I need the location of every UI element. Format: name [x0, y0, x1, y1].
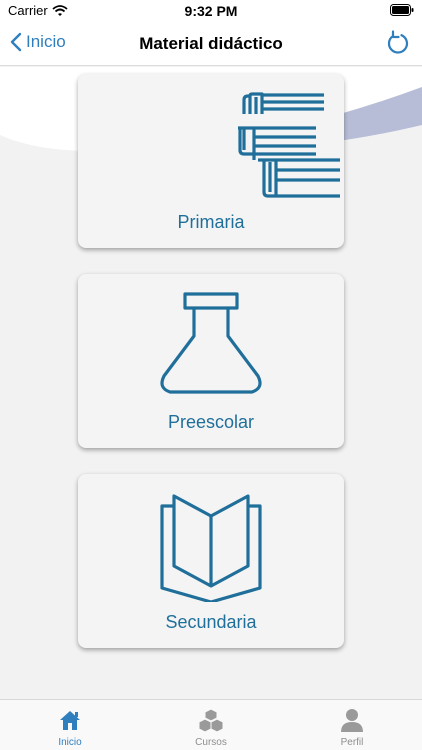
books-icon — [238, 92, 340, 198]
tab-cursos[interactable]: Cursos — [141, 700, 281, 750]
card-preescolar-label: Preescolar — [167, 412, 255, 432]
battery-icon — [390, 4, 414, 16]
person-icon — [341, 709, 363, 732]
tab-perfil[interactable]: Perfil — [282, 700, 422, 750]
refresh-icon[interactable] — [384, 30, 410, 56]
tab-bar: Inicio Cursos Perfil — [0, 699, 422, 750]
flask-icon — [160, 292, 262, 394]
status-carrier: Carrier — [8, 3, 68, 18]
tab-inicio-label: Inicio — [58, 737, 82, 748]
card-secundaria-label: Secundaria — [165, 612, 257, 632]
open-book-icon — [160, 494, 262, 602]
chevron-left-icon — [10, 32, 22, 52]
carrier-label: Carrier — [8, 3, 48, 18]
tab-cursos-label: Cursos — [195, 737, 227, 748]
cubes-icon — [198, 708, 224, 733]
home-icon — [60, 711, 80, 730]
tab-perfil-label: Perfil — [340, 737, 364, 748]
navigation-bar: Inicio Material didáctico — [0, 22, 422, 66]
card-preescolar[interactable]: Preescolar — [78, 274, 344, 448]
card-primaria[interactable]: Primaria — [78, 74, 344, 248]
back-button[interactable]: Inicio — [10, 32, 66, 52]
back-button-label: Inicio — [26, 32, 66, 51]
tab-inicio[interactable]: Inicio — [0, 700, 140, 750]
card-secundaria[interactable]: Secundaria — [78, 474, 344, 648]
card-primaria-label: Primaria — [177, 212, 245, 232]
status-bar: Carrier 9:32 PM — [0, 0, 422, 22]
wifi-icon — [52, 4, 68, 16]
